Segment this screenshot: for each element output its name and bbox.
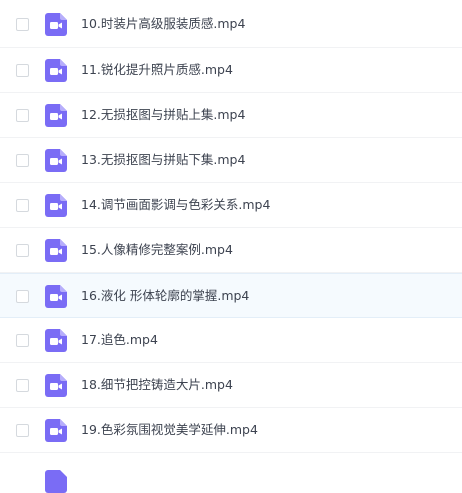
row-checkbox[interactable] [16, 64, 29, 77]
file-row-partial[interactable] [0, 453, 462, 493]
video-file-icon [45, 470, 67, 493]
file-row[interactable]: 18.细节把控铸造大片.mp4 [0, 363, 462, 408]
video-file-icon [45, 419, 67, 442]
video-file-icon [45, 329, 67, 352]
file-row-hovered[interactable]: 16.液化 形体轮廓的掌握.mp4 [0, 273, 462, 318]
video-file-icon [45, 285, 67, 308]
row-checkbox[interactable] [16, 154, 29, 167]
row-checkbox[interactable] [16, 18, 29, 31]
file-name[interactable]: 14.调节画面影调与色彩关系.mp4 [81, 196, 270, 214]
file-name[interactable]: 13.无损抠图与拼贴下集.mp4 [81, 151, 245, 169]
file-name[interactable]: 11.锐化提升照片质感.mp4 [81, 61, 233, 79]
file-row[interactable]: 17.追色.mp4 [0, 318, 462, 363]
file-name[interactable]: 18.细节把控铸造大片.mp4 [81, 376, 233, 394]
file-name[interactable]: 15.人像精修完整案例.mp4 [81, 241, 233, 259]
video-file-icon [45, 239, 67, 262]
row-checkbox[interactable] [16, 424, 29, 437]
video-file-icon [45, 59, 67, 82]
file-list: 10.时装片高级服装质感.mp4 11.锐化提升照片质感.mp4 12.无损抠图… [0, 0, 462, 493]
file-row[interactable]: 15.人像精修完整案例.mp4 [0, 228, 462, 273]
file-name[interactable]: 12.无损抠图与拼贴上集.mp4 [81, 106, 245, 124]
file-name[interactable]: 19.色彩氛围视觉美学延伸.mp4 [81, 421, 258, 439]
row-checkbox[interactable] [16, 290, 29, 303]
file-row[interactable]: 13.无损抠图与拼贴下集.mp4 [0, 138, 462, 183]
file-row[interactable]: 14.调节画面影调与色彩关系.mp4 [0, 183, 462, 228]
row-checkbox[interactable] [16, 199, 29, 212]
row-checkbox[interactable] [16, 334, 29, 347]
file-row[interactable]: 10.时装片高级服装质感.mp4 [0, 0, 462, 48]
row-checkbox[interactable] [16, 109, 29, 122]
file-row[interactable]: 12.无损抠图与拼贴上集.mp4 [0, 93, 462, 138]
file-name[interactable]: 17.追色.mp4 [81, 331, 158, 349]
video-file-icon [45, 104, 67, 127]
video-file-icon [45, 194, 67, 217]
video-file-icon [45, 374, 67, 397]
video-file-icon [45, 13, 67, 36]
file-row[interactable]: 19.色彩氛围视觉美学延伸.mp4 [0, 408, 462, 453]
row-checkbox[interactable] [16, 379, 29, 392]
video-file-icon [45, 149, 67, 172]
row-checkbox[interactable] [16, 244, 29, 257]
file-name[interactable]: 16.液化 形体轮廓的掌握.mp4 [81, 287, 249, 305]
file-row[interactable]: 11.锐化提升照片质感.mp4 [0, 48, 462, 93]
file-name[interactable]: 10.时装片高级服装质感.mp4 [81, 15, 245, 33]
